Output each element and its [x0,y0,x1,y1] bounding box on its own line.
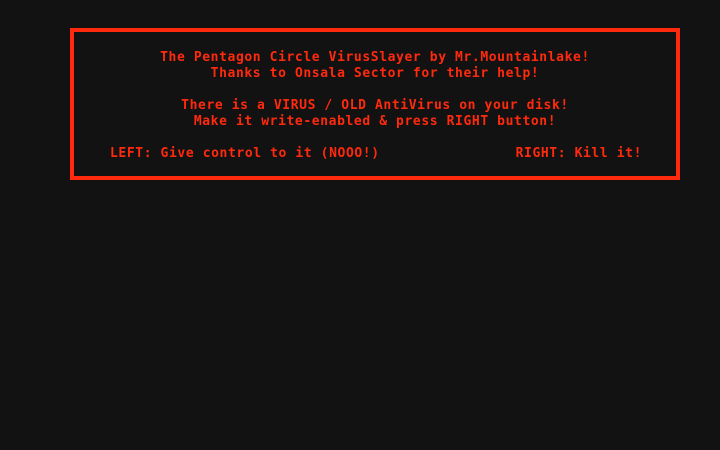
instruction-text: Make it write-enabled & press RIGHT butt… [193,114,557,129]
right-option-kill-it[interactable]: RIGHT: Kill it! [516,146,642,162]
screen: The Pentagon Circle VirusSlayer by Mr.Mo… [0,0,720,450]
virus-warning-text: There is a VIRUS / OLD AntiVirus on your… [181,98,569,113]
left-option-give-control[interactable]: LEFT: Give control to it (NOOO!) [110,146,380,162]
credits-text: Thanks to Onsala Sector for their help! [210,66,540,81]
virus-alert-dialog: The Pentagon Circle VirusSlayer by Mr.Mo… [70,28,680,180]
dialog-title: The Pentagon Circle VirusSlayer by Mr.Mo… [160,50,590,65]
